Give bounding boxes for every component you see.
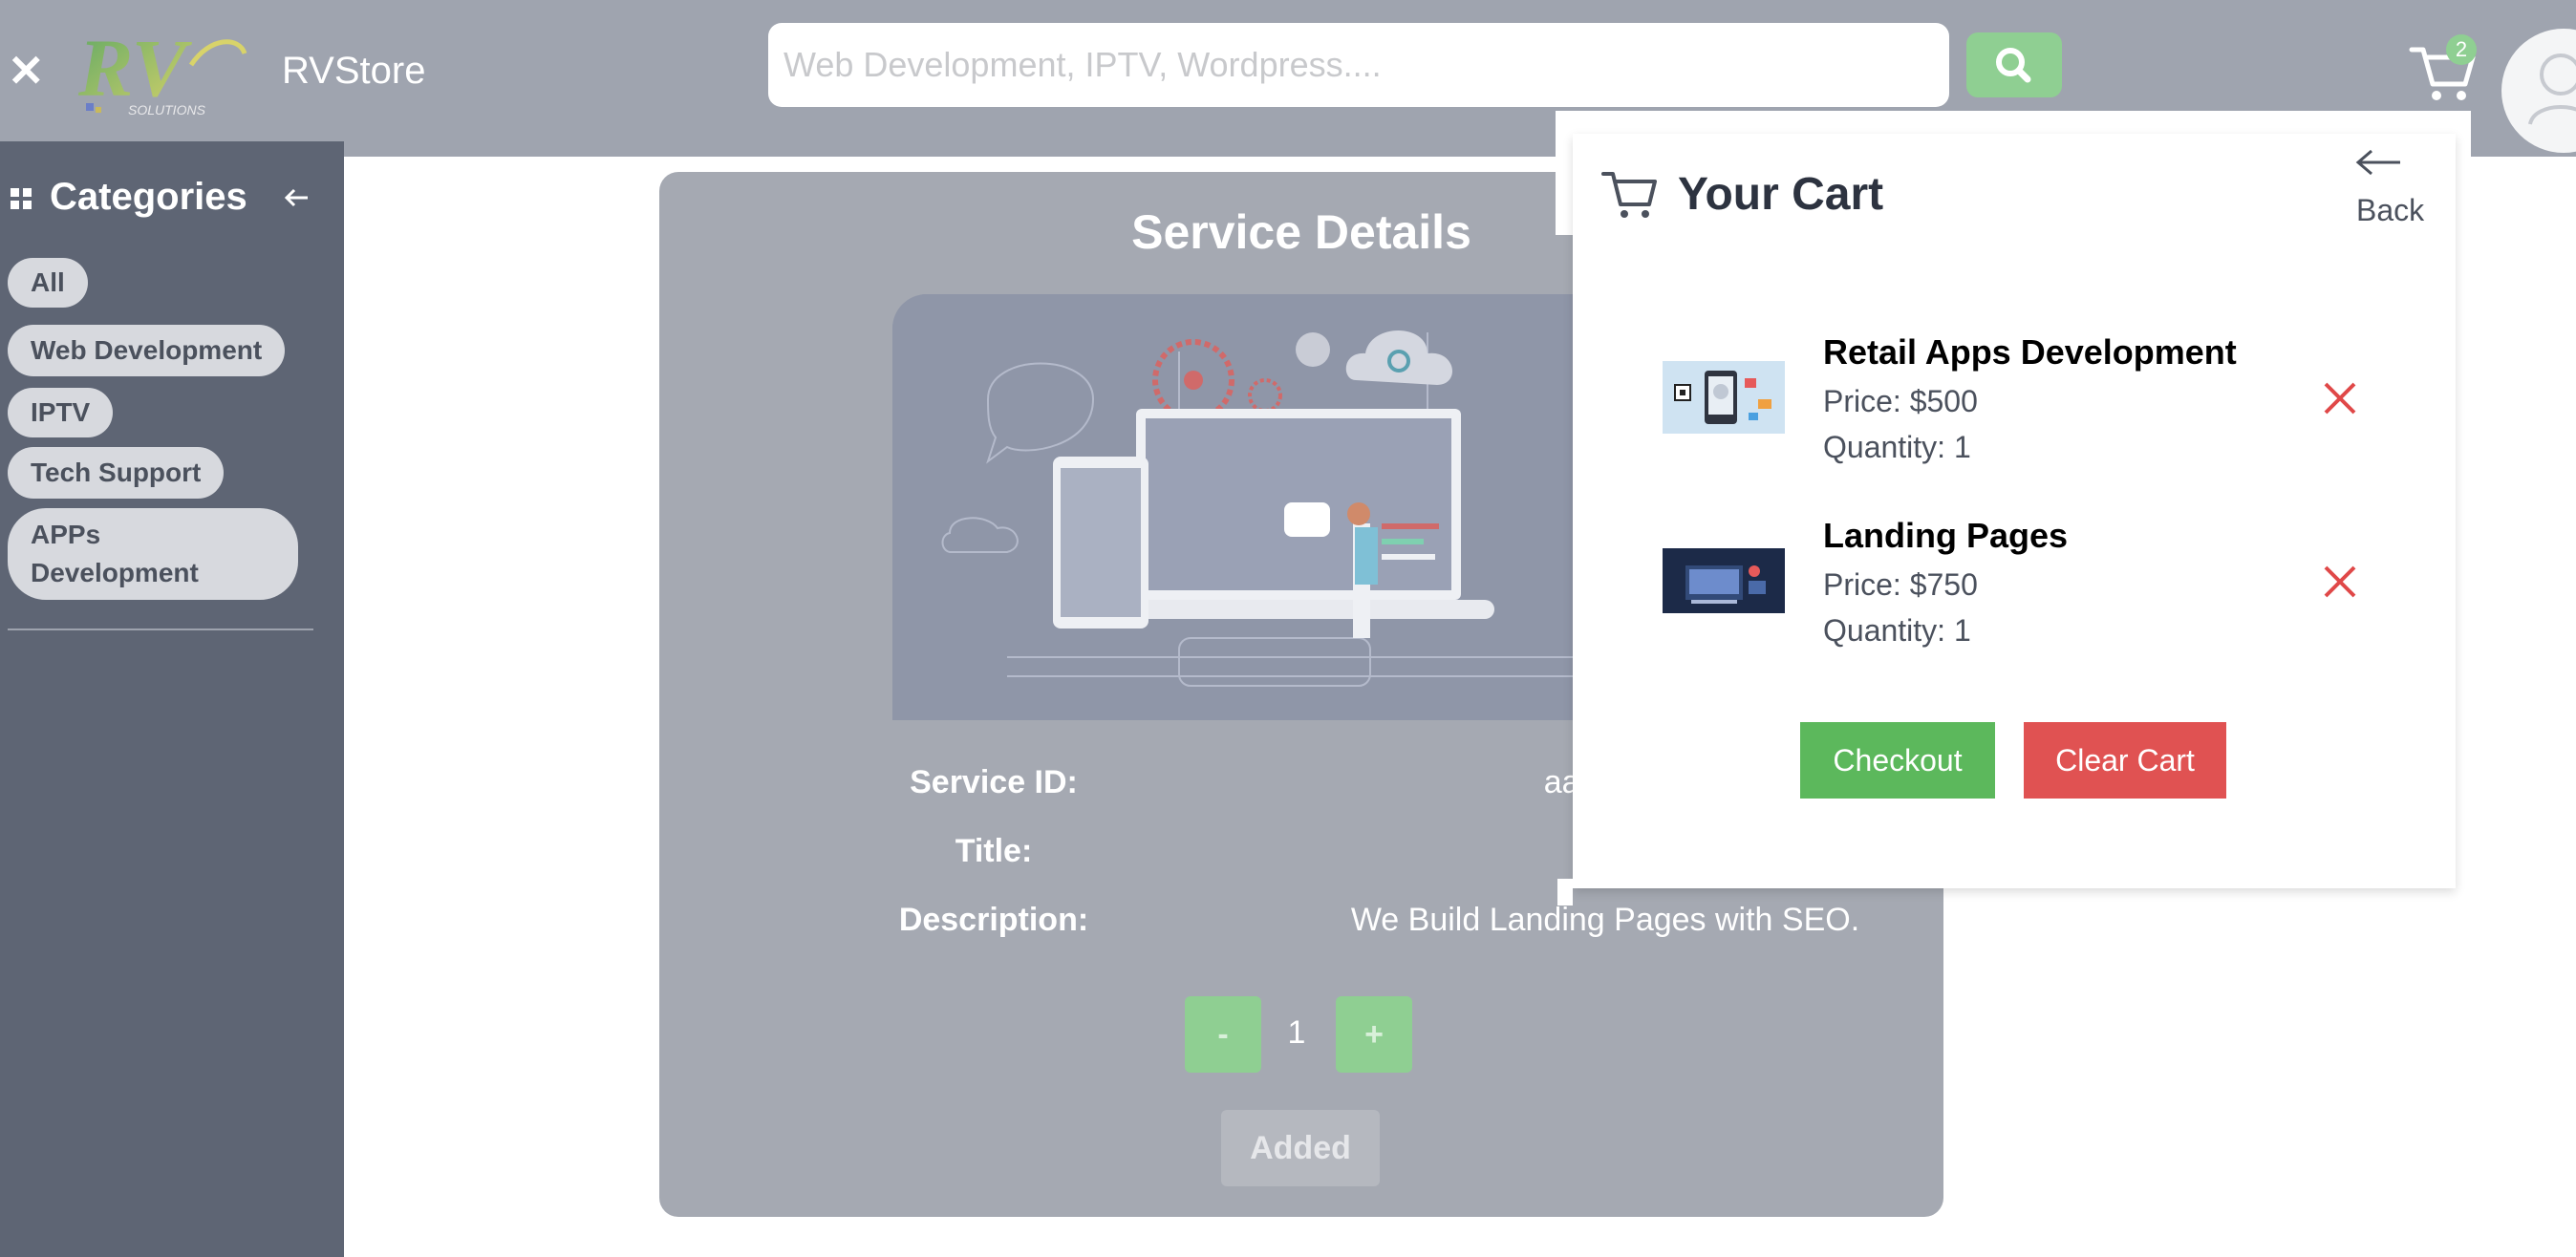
added-button[interactable]: Added xyxy=(1221,1110,1380,1186)
category-web-development[interactable]: Web Development xyxy=(8,325,286,376)
sidebar-divider xyxy=(8,628,313,630)
cart-item-price: Price: $750 xyxy=(1823,567,1978,602)
cart-title: Your Cart xyxy=(1678,169,1884,220)
cart-item-thumbnail xyxy=(1663,548,1785,613)
service-title-label: Title: xyxy=(955,833,1033,869)
cart-item-quantity: Quantity: 1 xyxy=(1823,613,1971,648)
categories-sidebar xyxy=(0,141,344,1257)
user-avatar[interactable] xyxy=(2501,29,2576,153)
search-icon xyxy=(1996,48,2031,83)
user-icon xyxy=(2528,53,2576,125)
cart-item-thumbnail xyxy=(1663,361,1785,434)
quantity-value: 1 xyxy=(1287,1014,1306,1051)
collapse-sidebar-icon[interactable] xyxy=(279,180,319,216)
cart-count-badge: 2 xyxy=(2446,34,2477,65)
cart-item-price: Price: $500 xyxy=(1823,384,1978,418)
search-input[interactable] xyxy=(768,23,1949,107)
decrease-quantity-button[interactable]: - xyxy=(1185,996,1261,1073)
clear-cart-button[interactable]: Clear Cart xyxy=(2024,722,2226,799)
service-id-label: Service ID: xyxy=(910,764,1078,800)
category-tech-support[interactable]: Tech Support xyxy=(8,447,225,499)
brand-name[interactable]: RVStore xyxy=(282,50,425,93)
service-description-label: Description: xyxy=(898,902,1089,938)
grid-icon xyxy=(11,188,32,209)
remove-item-button[interactable] xyxy=(2316,558,2364,606)
close-icon xyxy=(2324,382,2356,415)
logo-subtext: SOLUTIONS xyxy=(128,102,206,117)
checkout-button[interactable]: Checkout xyxy=(1800,722,1995,799)
search-button[interactable] xyxy=(1966,32,2062,97)
close-icon xyxy=(2324,565,2356,598)
increase-quantity-button[interactable]: + xyxy=(1336,996,1412,1073)
rv-solutions-logo[interactable]: RV SOLUTIONS xyxy=(76,22,248,118)
categories-title: Categories xyxy=(50,176,247,218)
back-label[interactable]: Back xyxy=(2356,193,2424,228)
cart-item-quantity: Quantity: 1 xyxy=(1823,430,1971,464)
cart-icon xyxy=(1601,172,1657,218)
back-arrow-icon xyxy=(2355,149,2400,176)
cart-item-name: Landing Pages xyxy=(1823,516,2069,555)
logo-letters: RV xyxy=(77,27,193,114)
remove-item-button[interactable] xyxy=(2316,374,2364,422)
service-description-value: We Build Landing Pages with SEO. xyxy=(1350,902,1860,938)
category-all[interactable]: All xyxy=(8,258,88,308)
category-apps-development[interactable]: APPs Development xyxy=(8,508,298,600)
cart-item-name: Retail Apps Development xyxy=(1823,332,2237,372)
cart-panel-edge xyxy=(1557,879,1573,905)
category-iptv[interactable]: IPTV xyxy=(8,388,114,437)
cart-panel xyxy=(1573,134,2456,888)
close-icon[interactable]: ✕ xyxy=(8,49,45,93)
